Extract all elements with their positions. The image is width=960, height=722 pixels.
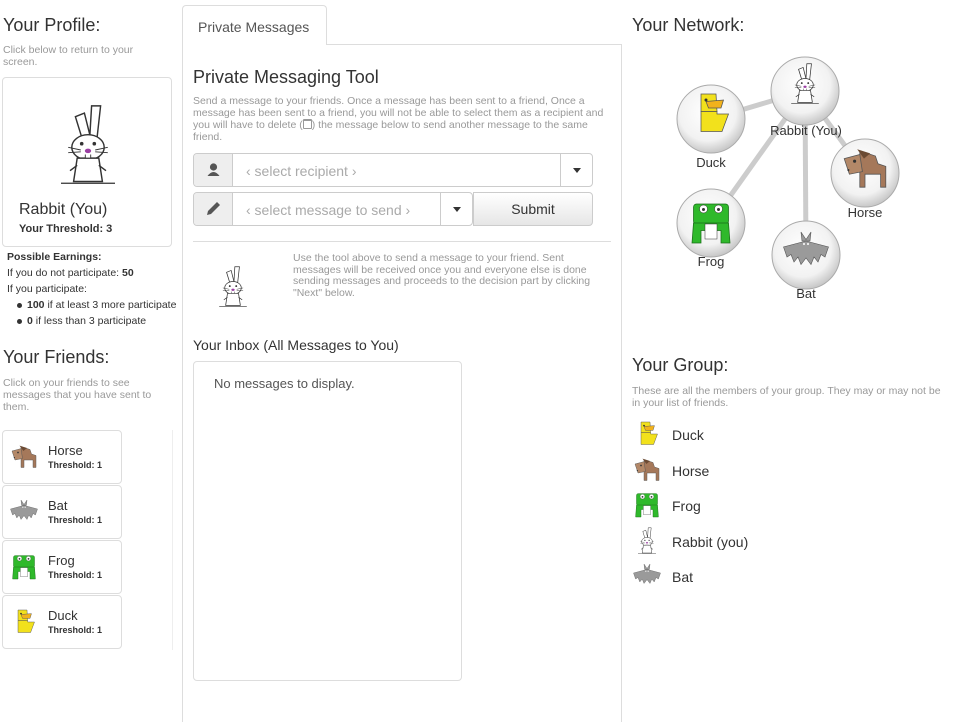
duck-icon bbox=[632, 419, 662, 449]
divider bbox=[193, 241, 611, 242]
friend-threshold: Threshold: 1 bbox=[48, 625, 103, 635]
option-value: 0 bbox=[27, 315, 33, 327]
bat-icon bbox=[9, 495, 39, 529]
network-node-horse[interactable]: Horse bbox=[830, 138, 900, 220]
friend-name: Bat bbox=[48, 498, 68, 513]
recipient-select[interactable]: ‹ select recipient › bbox=[193, 153, 593, 187]
frog-icon bbox=[632, 490, 662, 520]
network-label: Frog bbox=[698, 254, 725, 269]
submit-button[interactable]: Submit bbox=[473, 192, 593, 226]
profile-threshold: Your Threshold: 3 bbox=[19, 223, 113, 235]
inbox-panel[interactable]: No messages to display. bbox=[193, 361, 462, 681]
option-value: 100 bbox=[27, 299, 45, 311]
tool-title: Private Messaging Tool bbox=[193, 67, 379, 87]
network-node-bat[interactable]: Bat bbox=[771, 220, 841, 301]
no-participate-line: If you do not participate: 50 bbox=[7, 265, 187, 281]
tab-baseline bbox=[326, 44, 622, 45]
no-participate-value: 50 bbox=[122, 267, 134, 279]
group-member-frog: Frog bbox=[632, 488, 932, 524]
profile-name: Rabbit (You) bbox=[19, 201, 108, 218]
chevron-down-icon[interactable] bbox=[560, 154, 593, 186]
user-icon bbox=[194, 154, 233, 186]
no-participate-label: If you do not participate: bbox=[7, 267, 120, 279]
friend-item-duck[interactable]: Duck Threshold: 1 bbox=[2, 595, 122, 649]
participate-options: 100 if at least 3 more participate 0 if … bbox=[17, 297, 187, 329]
frog-icon bbox=[9, 550, 39, 584]
friend-item-frog[interactable]: Frog Threshold: 1 bbox=[2, 540, 122, 594]
friend-threshold: Threshold: 1 bbox=[48, 460, 103, 470]
friends-hint: Click on your friends to see messages th… bbox=[3, 377, 152, 413]
network-node-rabbit[interactable]: Rabbit (You) bbox=[770, 56, 842, 138]
horse-icon bbox=[9, 440, 39, 474]
tool-description: Send a message to your friends. Once a m… bbox=[193, 95, 613, 143]
group-title: Your Group: bbox=[632, 355, 729, 375]
bat-icon bbox=[632, 561, 662, 591]
panel-border-left bbox=[182, 44, 183, 722]
profile-title: Your Profile: bbox=[3, 15, 101, 35]
friend-name: Horse bbox=[48, 443, 83, 458]
group-list: Duck Horse Frog Rabbit (you) Bat bbox=[632, 417, 932, 595]
frog-icon bbox=[691, 203, 731, 244]
inbox-empty-message: No messages to display. bbox=[214, 376, 355, 391]
member-name: Horse bbox=[672, 462, 710, 479]
friend-name: Duck bbox=[48, 608, 78, 623]
inbox-title: Your Inbox (All Messages to You) bbox=[193, 337, 399, 353]
friends-scroll-rail bbox=[172, 430, 173, 650]
recipient-placeholder: ‹ select recipient › bbox=[246, 163, 357, 179]
friend-item-bat[interactable]: Bat Threshold: 1 bbox=[2, 485, 122, 539]
network-graph: Duck Rabbit (You) Horse Frog Bat bbox=[676, 56, 900, 301]
profile-hint: Click below to return to your screen. bbox=[3, 44, 134, 68]
network-node-duck[interactable]: Duck bbox=[676, 84, 746, 170]
chevron-down-icon[interactable] bbox=[440, 193, 473, 225]
member-name: Rabbit (you) bbox=[672, 533, 749, 550]
friends-title: Your Friends: bbox=[3, 347, 110, 367]
message-select[interactable]: ‹ select message to send › bbox=[193, 192, 473, 226]
earnings-heading: Possible Earnings: bbox=[7, 251, 102, 263]
network-label: Horse bbox=[848, 205, 883, 220]
group-member-rabbit: Rabbit (you) bbox=[632, 524, 932, 560]
group-hint: These are all the members of your group.… bbox=[632, 385, 941, 409]
duck-icon bbox=[9, 605, 39, 639]
profile-card[interactable]: Rabbit (You) Your Threshold: 3 bbox=[2, 77, 172, 247]
member-name: Duck bbox=[672, 427, 704, 443]
group-member-duck: Duck bbox=[632, 417, 932, 453]
participate-option: 100 if at least 3 more participate bbox=[17, 297, 187, 313]
network-title: Your Network: bbox=[632, 15, 745, 35]
friend-threshold: Threshold: 1 bbox=[48, 515, 103, 525]
option-text: if less than 3 participate bbox=[35, 315, 147, 327]
profile-column: Your Profile: Click below to return to y… bbox=[0, 0, 180, 722]
trash-icon bbox=[302, 119, 312, 129]
rabbit-icon bbox=[210, 252, 256, 322]
group-member-horse: Horse bbox=[632, 453, 932, 489]
possible-earnings: Possible Earnings: If you do not partici… bbox=[7, 249, 187, 329]
tab-private-messages[interactable]: Private Messages bbox=[182, 5, 327, 45]
friends-list: Horse Threshold: 1 Bat Threshold: 1 Frog… bbox=[2, 430, 174, 650]
friend-threshold: Threshold: 1 bbox=[48, 570, 103, 580]
option-text: if at least 3 more participate bbox=[47, 299, 177, 311]
friend-name: Frog bbox=[48, 553, 75, 568]
network-label: Duck bbox=[696, 155, 726, 170]
panel-border-right bbox=[621, 44, 622, 722]
participate-option: 0 if less than 3 participate bbox=[17, 313, 187, 329]
horse-icon bbox=[632, 455, 662, 485]
network-node-frog[interactable]: Frog bbox=[676, 188, 746, 269]
participate-label: If you participate: bbox=[7, 283, 87, 295]
network-label: Bat bbox=[796, 286, 816, 301]
tool-help-text: Use the tool above to send a message to … bbox=[293, 252, 591, 299]
network-label: Rabbit (You) bbox=[770, 123, 842, 138]
message-placeholder: ‹ select message to send › bbox=[246, 202, 411, 218]
pencil-icon bbox=[194, 193, 233, 225]
member-name: Bat bbox=[672, 569, 694, 585]
rabbit-icon bbox=[632, 526, 662, 556]
rabbit-icon bbox=[43, 98, 133, 193]
member-name: Frog bbox=[672, 498, 701, 514]
friend-item-horse[interactable]: Horse Threshold: 1 bbox=[2, 430, 122, 484]
group-member-bat: Bat bbox=[632, 559, 932, 595]
